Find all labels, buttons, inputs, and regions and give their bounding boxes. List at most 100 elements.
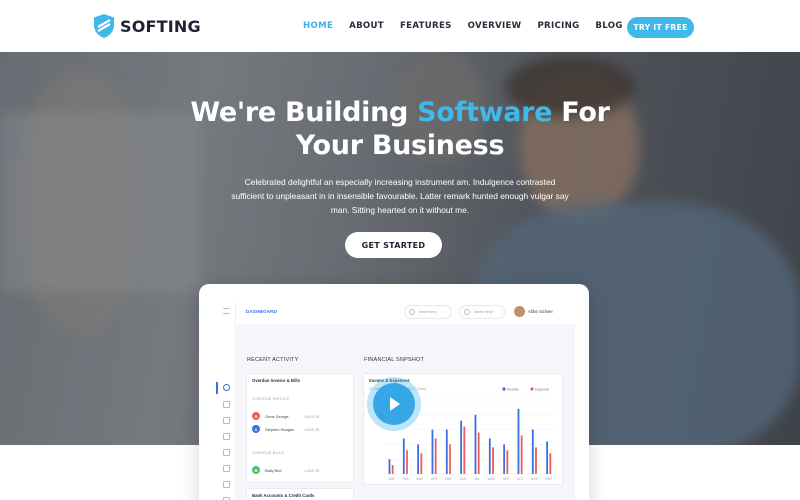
list-item-name: Stephen Hodges	[265, 427, 294, 432]
bar-income-jun	[460, 420, 463, 474]
list-item-name: Bally Bird	[265, 468, 282, 473]
bar-income-sep	[503, 444, 506, 474]
bank-card-title: Bank Accounts & Credit Cards	[252, 493, 315, 498]
nav-link-about[interactable]: ABOUT	[349, 21, 384, 31]
x-tick-label: APR	[431, 477, 438, 481]
bar-income-apr	[431, 429, 434, 474]
calendar-icon	[223, 481, 230, 488]
play-video-button[interactable]	[373, 383, 415, 425]
x-tick-label: NOV	[531, 477, 539, 481]
hero-title-line2: Your Business	[295, 130, 505, 161]
bar-income-nov	[531, 429, 534, 474]
menu-icon	[223, 308, 230, 314]
overdue-card: Overdue Invoice & Bills OVERDUE INVOICE …	[246, 373, 354, 483]
bar-expense-jul	[477, 432, 480, 474]
x-tick-label: SEP	[503, 477, 509, 481]
user-name: Abbe Sichser	[528, 309, 553, 314]
bank-card: Bank Accounts & Credit Cards	[246, 488, 354, 500]
chart-icon	[223, 465, 230, 472]
bar-expense-may	[449, 444, 451, 474]
overdue-invoice-label: OVERDUE INVOICE	[252, 397, 290, 401]
financial-snapshot-title: FINANCIAL SNPSHOT	[364, 357, 425, 363]
x-tick-label: AUG	[488, 477, 495, 481]
x-tick-label: DEC	[545, 477, 552, 481]
list-item-amount: 1,605.76	[304, 414, 320, 419]
message-icon	[223, 449, 230, 456]
hero-title-part2: For	[552, 97, 610, 128]
hero-title: We're Building Software For Your Busines…	[0, 96, 800, 162]
x-tick-label: OCT	[517, 477, 524, 481]
nav-link-features[interactable]: FEATURES	[400, 21, 452, 31]
new-entry-text: New Entry	[419, 310, 437, 314]
list-item-name: Gene George	[265, 414, 289, 419]
mockup-sidebar	[216, 302, 236, 500]
x-tick-label: JUL	[474, 477, 480, 481]
list-item[interactable]: B Bally Bird 1,605.76	[252, 466, 342, 474]
new-entry-pill[interactable]: New Entry	[404, 305, 452, 319]
try-it-free-button[interactable]: TRY IT FREE	[627, 17, 694, 38]
list-item-amount: 1,605.76	[304, 468, 320, 473]
nav-link-pricing[interactable]: PRICING	[537, 21, 579, 31]
bar-expense-apr	[434, 438, 437, 474]
mockup-topbar: DASHBOARD New Entry Need Help?	[236, 300, 576, 324]
shield-logo-icon	[94, 14, 114, 38]
initial-badge: S	[252, 425, 260, 433]
legend-marker-expense	[530, 387, 534, 391]
nav-link-home[interactable]: HOME	[303, 21, 333, 31]
get-started-button[interactable]: GET STARTED	[345, 232, 442, 258]
bar-income-oct	[517, 408, 520, 474]
list-item-amount: 1,605.76	[304, 427, 320, 432]
list-item[interactable]: S Stephen Hodges 1,605.76	[252, 425, 342, 433]
user-avatar[interactable]	[514, 306, 525, 317]
bar-income-dec	[546, 441, 549, 474]
brand-logo[interactable]: SOFTING	[92, 13, 201, 39]
list-item[interactable]: G Gene George 1,605.76	[252, 412, 342, 420]
bar-income-may	[445, 429, 448, 474]
help-text: Need Help?	[474, 310, 495, 314]
dashboard-label: DASHBOARD	[246, 309, 278, 314]
initial-badge: B	[252, 466, 260, 474]
plus-icon	[409, 309, 415, 315]
image-icon	[223, 417, 230, 424]
x-tick-label: MAY	[445, 477, 453, 481]
bar-income-jan	[388, 459, 391, 474]
top-navbar: SOFTING HOME ABOUT FEATURES OVERVIEW PRICING…	[0, 0, 800, 52]
brand-name: SOFTING	[120, 16, 201, 36]
bar-expense-oct	[520, 435, 523, 474]
bar-expense-mar	[420, 453, 423, 474]
bar-income-aug	[488, 438, 491, 474]
overdue-card-title: Overdue Invoice & Bills	[252, 378, 300, 383]
bar-income-jul	[474, 414, 477, 474]
bar-expense-aug	[492, 447, 494, 474]
overdue-bills-label: OVERDUE BILLS	[252, 451, 284, 455]
play-icon	[390, 397, 400, 411]
hero-title-part1: We're Building	[190, 97, 418, 128]
bar-expense-sep	[506, 450, 509, 474]
x-tick-label: JAN	[388, 477, 395, 481]
x-tick-label: FEB	[402, 477, 408, 481]
bar-income-mar	[417, 444, 420, 474]
bar-expense-jun	[463, 426, 466, 474]
bar-expense-dec	[549, 453, 552, 474]
sidebar-active-indicator	[216, 382, 218, 394]
bar-expense-feb	[406, 450, 408, 474]
bar-expense-jan	[391, 465, 394, 474]
help-icon	[464, 309, 470, 315]
help-pill[interactable]: Need Help?	[459, 305, 505, 319]
x-tick-label: JUN	[460, 477, 467, 481]
hero-subtitle: Celebrated delightful an especially incr…	[231, 177, 569, 215]
document-icon	[223, 433, 230, 440]
legend-marker-income	[502, 387, 506, 391]
hero-title-highlight: Software	[417, 97, 553, 128]
bar-income-feb	[402, 438, 405, 474]
nav-link-overview[interactable]: OVERVIEW	[468, 21, 522, 31]
x-tick-label: MAR	[416, 477, 424, 481]
dashboard-icon	[223, 384, 230, 391]
nav-link-blog[interactable]: BLOG	[595, 21, 622, 31]
recent-activity-title: RECENT ACTIVITY	[247, 357, 299, 363]
initial-badge: G	[252, 412, 260, 420]
folder-icon	[223, 401, 230, 408]
bar-expense-nov	[535, 447, 537, 474]
legend-label-expense: Expense	[535, 387, 549, 391]
legend-label-income: Income	[507, 387, 519, 391]
